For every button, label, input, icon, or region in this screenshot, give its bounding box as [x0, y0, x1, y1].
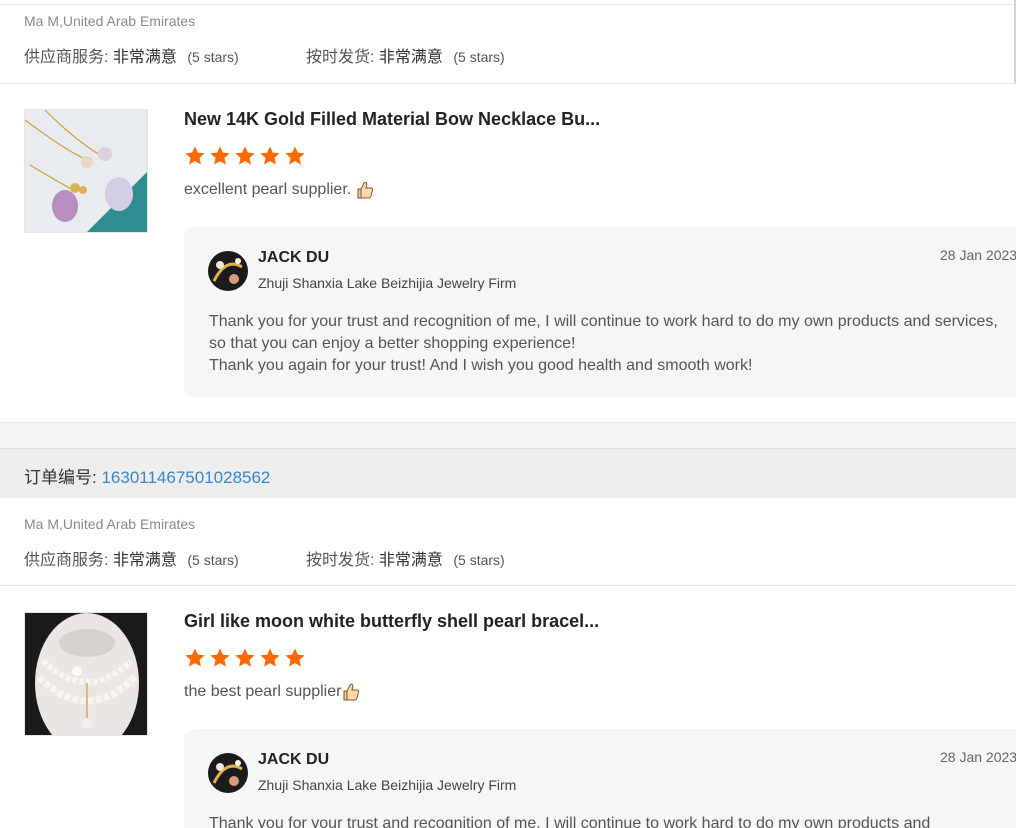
- star-icon: [285, 648, 305, 667]
- supplier-service-value: 非常满意: [112, 49, 177, 66]
- supplier-service-value: 非常满意: [112, 552, 177, 569]
- buyer-name: Ma M,United Arab Emirates: [24, 516, 196, 532]
- star-rating: [184, 145, 306, 167]
- divider: [0, 585, 1016, 586]
- order-number-link[interactable]: 163011467501028562: [101, 468, 270, 487]
- shipping-stars: (5 stars): [453, 552, 505, 568]
- reply-date: 28 Jan 2023: [940, 247, 1016, 263]
- reply-date: 28 Jan 2023: [940, 749, 1016, 765]
- review-page: Ma M,United Arab Emirates 供应商服务: 非常满意 (5…: [0, 0, 1016, 828]
- star-icon: [210, 146, 230, 165]
- supplier-service-label: 供应商服务:: [24, 49, 109, 66]
- shipping-label: 按时发货:: [306, 49, 375, 66]
- reply-text-line1: Thank you for your trust and recognition…: [209, 313, 998, 352]
- shipping-rating: 按时发货: 非常满意 (5 stars): [306, 43, 505, 67]
- review-comment: the best pearl supplier: [184, 682, 361, 702]
- reply-text-line1: Thank you for your trust and recognition…: [209, 815, 931, 828]
- shipping-label: 按时发货:: [306, 552, 375, 569]
- review-comment-text: the best pearl supplier: [184, 683, 342, 700]
- seller-company: Zhuji Shanxia Lake Beizhijia Jewelry Fir…: [258, 275, 517, 291]
- seller-name: JACK DU: [258, 751, 330, 768]
- star-icon: [235, 146, 255, 165]
- product-image-necklace: [25, 110, 147, 232]
- reply-text: Thank you for your trust and recognition…: [209, 813, 1009, 828]
- divider: [0, 83, 1016, 84]
- star-icon: [285, 146, 305, 165]
- star-rating: [184, 647, 306, 669]
- star-icon: [185, 648, 205, 667]
- product-title[interactable]: Girl like moon white butterfly shell pea…: [184, 611, 599, 632]
- seller-avatar: [208, 753, 248, 793]
- buyer-name: Ma M,United Arab Emirates: [24, 13, 196, 29]
- seller-avatar: [208, 251, 248, 291]
- order-label: 订单编号:: [24, 468, 97, 487]
- shipping-value: 非常满意: [378, 552, 443, 569]
- order-label-row: 订单编号: 163011467501028562: [24, 463, 270, 488]
- product-thumbnail[interactable]: [24, 612, 148, 736]
- order-bar: 订单编号: 163011467501028562: [0, 448, 1016, 498]
- product-thumbnail[interactable]: [24, 109, 148, 233]
- review-comment-text: excellent pearl supplier.: [184, 181, 352, 198]
- shipping-rating: 按时发货: 非常满意 (5 stars): [306, 546, 505, 570]
- product-title[interactable]: New 14K Gold Filled Material Bow Necklac…: [184, 109, 600, 130]
- shipping-stars: (5 stars): [453, 49, 505, 65]
- thumbs-up-icon: [341, 682, 361, 702]
- reply-text: Thank you for your trust and recognition…: [209, 311, 1009, 377]
- supplier-service-stars: (5 stars): [187, 552, 239, 568]
- star-icon: [185, 146, 205, 165]
- star-icon: [260, 146, 280, 165]
- supplier-service-label: 供应商服务:: [24, 552, 109, 569]
- star-icon: [210, 648, 230, 667]
- seller-reply: JACK DU Zhuji Shanxia Lake Beizhijia Jew…: [184, 227, 1016, 397]
- rating-row: 供应商服务: 非常满意 (5 stars) 按时发货: 非常满意 (5 star…: [24, 43, 505, 67]
- seller-name: JACK DU: [258, 249, 330, 266]
- reply-text-line2: Thank you again for your trust! And I wi…: [209, 357, 753, 374]
- top-divider: [0, 4, 1016, 5]
- star-icon: [235, 648, 255, 667]
- shipping-value: 非常满意: [378, 49, 443, 66]
- thumbs-up-icon: [355, 180, 375, 200]
- seller-company: Zhuji Shanxia Lake Beizhijia Jewelry Fir…: [258, 777, 517, 793]
- rating-row: 供应商服务: 非常满意 (5 stars) 按时发货: 非常满意 (5 star…: [24, 546, 505, 570]
- product-image-bracelet: [25, 613, 147, 735]
- seller-reply: JACK DU Zhuji Shanxia Lake Beizhijia Jew…: [184, 729, 1016, 828]
- section-gap: [0, 423, 1016, 448]
- supplier-service-stars: (5 stars): [187, 49, 239, 65]
- review-comment: excellent pearl supplier.: [184, 180, 375, 200]
- star-icon: [260, 648, 280, 667]
